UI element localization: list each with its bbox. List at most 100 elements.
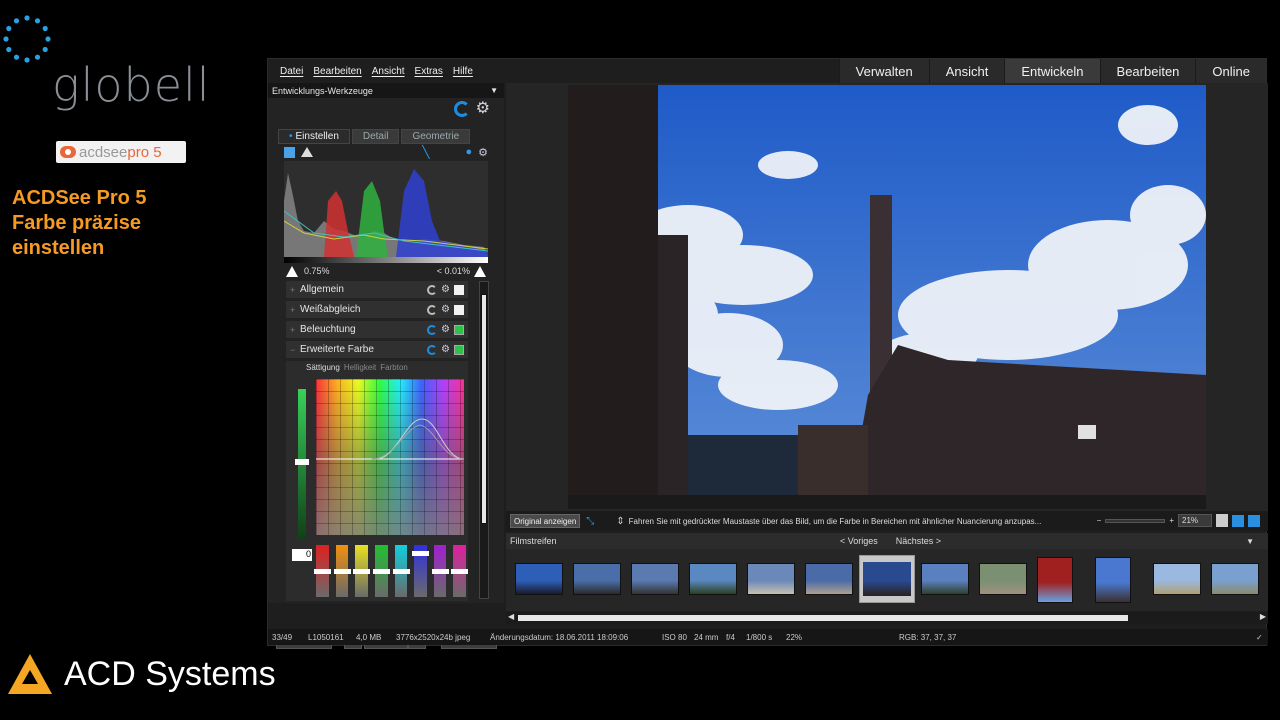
cyan-slider[interactable] (392, 545, 410, 597)
zoom-value[interactable]: 21% (1178, 514, 1212, 527)
show-original-button[interactable]: Original anzeigen (510, 514, 581, 528)
reset-icon[interactable] (427, 344, 438, 355)
slider-knob[interactable] (333, 569, 351, 574)
highlight-clip-warning-icon[interactable] (474, 265, 486, 277)
fullscreen-icon[interactable]: ⤡ (586, 516, 594, 527)
enable-checkbox[interactable] (454, 324, 464, 335)
zoom-slider[interactable] (1105, 518, 1166, 523)
filmstrip-thumbnail[interactable] (1095, 557, 1131, 603)
mode-tab-verwalten[interactable]: Verwalten (838, 59, 929, 83)
filmstrip-thumbnail[interactable] (573, 563, 621, 595)
zoom-in-icon[interactable]: + (1169, 516, 1174, 525)
zoom-dropdown[interactable] (1216, 514, 1228, 527)
reset-icon[interactable] (453, 101, 470, 117)
filmstrip-thumbnail[interactable] (979, 563, 1027, 595)
actual-size-icon[interactable] (1248, 514, 1260, 527)
red-slider[interactable] (314, 545, 331, 597)
filmstrip-thumbnail[interactable] (631, 563, 679, 595)
mode-tab-ansicht[interactable]: Ansicht (928, 59, 1005, 83)
scrollbar-thumb[interactable] (518, 615, 1128, 621)
gear-icon[interactable]: ⚙ (441, 324, 450, 335)
slider-knob[interactable] (431, 569, 449, 574)
photo[interactable] (568, 85, 1206, 509)
slider-knob[interactable] (295, 459, 309, 465)
filmstrip-menu-icon[interactable]: ▼ (1246, 537, 1254, 546)
yellow-slider[interactable] (353, 545, 371, 597)
strength-slider[interactable] (295, 389, 309, 539)
value-field[interactable]: 0 (292, 549, 312, 561)
next-image-link[interactable]: Nächstes > (896, 536, 941, 546)
mode-tab-entwickeln[interactable]: Entwickeln (1004, 59, 1100, 83)
help-icon[interactable]: ● (465, 146, 472, 158)
panel-scrollbar[interactable] (479, 281, 489, 599)
filmstrip-thumbnail[interactable] (921, 563, 969, 595)
menu-extras[interactable]: Extras (415, 66, 443, 77)
tab-saettigung[interactable]: Sättigung (306, 363, 340, 372)
reset-icon[interactable] (427, 284, 438, 295)
collapse-icon[interactable]: − (290, 345, 300, 355)
warning-toggle-icon[interactable] (301, 147, 313, 157)
adjustment-curve[interactable] (316, 379, 464, 535)
enable-checkbox[interactable] (454, 344, 464, 355)
green-slider[interactable] (372, 545, 390, 597)
enable-checkbox[interactable] (454, 304, 464, 315)
shadow-clip-warning-icon[interactable] (286, 265, 298, 277)
tab-farbton[interactable]: Farbton (380, 363, 408, 372)
fit-icon[interactable] (1232, 514, 1244, 527)
mode-tabs: Verwalten Ansicht Entwickeln Bearbeiten … (838, 59, 1266, 83)
panel-dropdown-icon[interactable]: ▼ (490, 86, 498, 95)
histogram-gear-icon[interactable]: ⚙ (478, 146, 488, 159)
gear-icon[interactable]: ⚙ (441, 284, 450, 295)
filmstrip-thumbnail[interactable] (689, 563, 737, 595)
tab-helligkeit[interactable]: Helligkeit (344, 363, 376, 372)
tab-einstellen[interactable]: • Einstellen (278, 129, 350, 144)
gear-icon[interactable]: ⚙ (476, 101, 490, 117)
previous-image-link[interactable]: < Voriges (840, 536, 878, 546)
filmstrip-thumbnail[interactable] (1037, 557, 1073, 603)
reset-icon[interactable] (427, 304, 438, 315)
filmstrip-thumbnail[interactable] (747, 563, 795, 595)
tab-detail[interactable]: Detail (351, 129, 400, 144)
slider-knob[interactable] (451, 569, 469, 574)
slider-knob[interactable] (314, 569, 331, 574)
expand-icon[interactable]: + (290, 285, 300, 295)
group-beleuchtung[interactable]: + Beleuchtung ⚙ (286, 321, 468, 338)
slider-knob[interactable] (412, 551, 430, 556)
eyedropper-icon[interactable]: ╲ (422, 145, 429, 159)
expand-icon[interactable]: + (290, 325, 300, 335)
group-erweiterte-farbe[interactable]: − Erweiterte Farbe ⚙ (286, 341, 468, 358)
magenta-slider[interactable] (451, 545, 469, 597)
menu-ansicht[interactable]: Ansicht (372, 66, 405, 77)
reset-icon[interactable] (427, 324, 438, 335)
mode-tab-bearbeiten[interactable]: Bearbeiten (1099, 59, 1196, 83)
mode-tab-online[interactable]: Online (1195, 59, 1266, 83)
filmstrip-thumbnail-selected[interactable] (859, 555, 915, 603)
blue-slider[interactable] (412, 545, 430, 597)
group-weissabgleich[interactable]: + Weißabgleich ⚙ (286, 301, 468, 318)
enable-checkbox[interactable] (454, 284, 464, 295)
filmstrip-thumbnail[interactable] (805, 563, 853, 595)
scrollbar-thumb[interactable] (481, 294, 487, 524)
gear-icon[interactable]: ⚙ (441, 304, 450, 315)
filmstrip-thumbnail[interactable] (515, 563, 563, 595)
scroll-right-icon[interactable]: ▶ (1260, 612, 1266, 621)
purple-slider[interactable] (431, 545, 449, 597)
menu-datei[interactable]: Datei (280, 66, 303, 77)
orange-slider[interactable] (333, 545, 351, 597)
filmstrip-scrollbar[interactable]: ◀ ▶ (506, 612, 1268, 624)
group-allgemein[interactable]: + Allgemein ⚙ (286, 281, 468, 298)
acd-systems-logo: ACD Systems (8, 654, 276, 694)
expand-icon[interactable]: + (290, 305, 300, 315)
gear-icon[interactable]: ⚙ (441, 344, 450, 355)
menu-hilfe[interactable]: Hilfe (453, 66, 473, 77)
slider-knob[interactable] (372, 569, 390, 574)
filmstrip-thumbnail[interactable] (1211, 563, 1259, 595)
slider-knob[interactable] (353, 569, 371, 574)
slider-knob[interactable] (392, 569, 410, 574)
filmstrip-thumbnail[interactable] (1153, 563, 1201, 595)
histogram-mode-icon[interactable] (284, 146, 295, 158)
tab-geometrie[interactable]: Geometrie (401, 129, 471, 144)
menu-bearbeiten[interactable]: Bearbeiten (313, 66, 361, 77)
scroll-left-icon[interactable]: ◀ (508, 612, 514, 621)
zoom-out-icon[interactable]: − (1097, 516, 1102, 525)
